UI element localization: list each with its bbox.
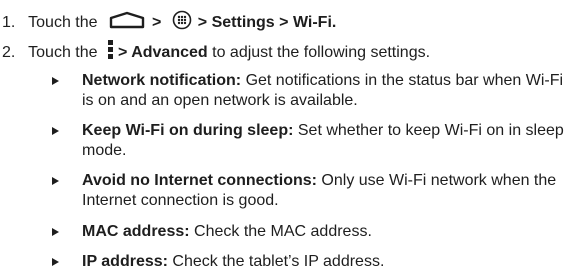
step-1-number: 1.: [2, 14, 16, 32]
setting-description: Check the MAC address.: [194, 223, 372, 240]
setting-title: Keep Wi-Fi on during sleep:: [82, 122, 294, 139]
settings-path: > Settings > Wi-Fi.: [197, 14, 337, 32]
bullet-arrow-icon: [52, 258, 59, 266]
step-1-text: Touch the: [28, 14, 98, 32]
menu-icon: [108, 40, 114, 66]
advanced-label: > Advanced: [118, 44, 208, 62]
setting-title: Network notification:: [82, 72, 242, 89]
step-2-number: 2.: [2, 44, 16, 62]
bullet-arrow-icon: [52, 177, 59, 185]
bullet-arrow-icon: [52, 228, 59, 236]
step-2-text: Touch the: [28, 44, 98, 62]
home-icon: [108, 11, 146, 35]
setting-title: IP address:: [82, 253, 168, 270]
instructions-document: 1. Touch the > > Settings > Wi-Fi. 2. To…: [0, 0, 580, 279]
separator: >: [152, 14, 162, 32]
bullet-arrow-icon: [52, 77, 59, 85]
setting-description: Check the tablet’s IP address.: [172, 253, 385, 270]
step-1: 1. Touch the > > Settings > Wi-Fi.: [2, 10, 336, 36]
setting-title: Avoid no Internet connections:: [82, 172, 317, 189]
step-2: 2. Touch the > Advanced to adjust the fo…: [2, 40, 430, 66]
apps-icon: [172, 10, 192, 36]
setting-title: MAC address:: [82, 223, 190, 240]
bullet-arrow-icon: [52, 127, 59, 135]
step-2-post: to adjust the following settings.: [212, 44, 431, 62]
